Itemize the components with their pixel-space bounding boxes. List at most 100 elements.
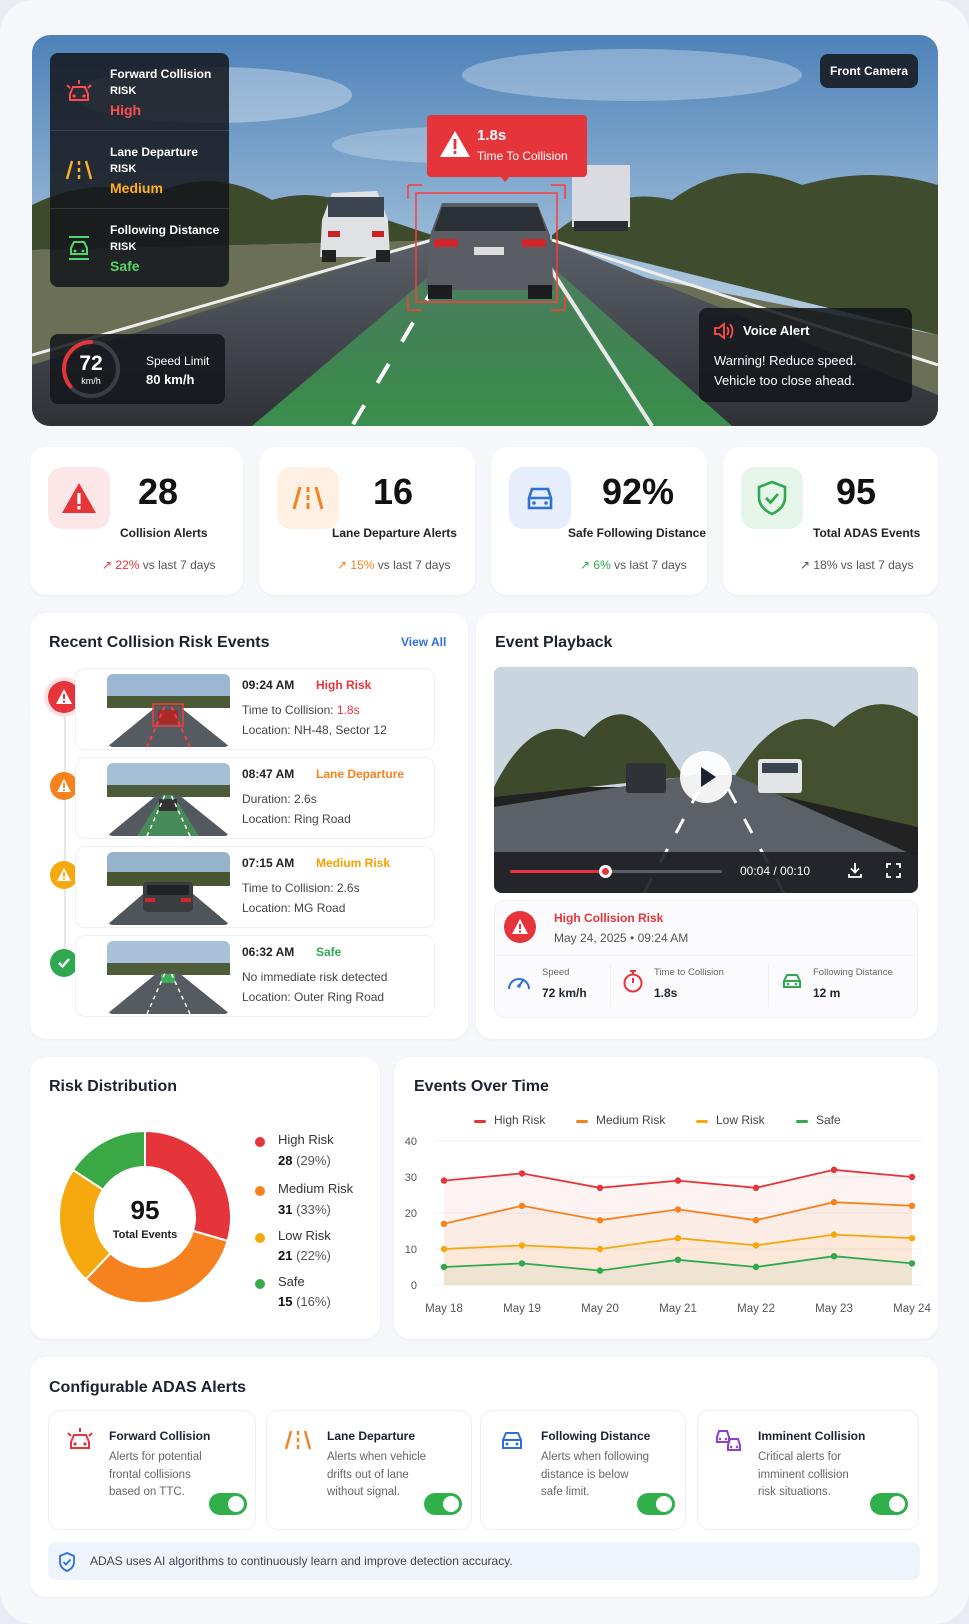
- view-all-link[interactable]: View All: [401, 635, 446, 649]
- fullscreen-icon[interactable]: [886, 863, 901, 883]
- legend-swatch-safe: [796, 1120, 808, 1123]
- car-collision-icon: [65, 1425, 95, 1455]
- metric-label: Speed: [542, 967, 570, 978]
- event-date: May 24, 2025: [554, 931, 627, 945]
- voice-alert-line2: Vehicle too close ahead.: [714, 373, 855, 388]
- data-point-high-risk[interactable]: [596, 1184, 604, 1191]
- alert-title: Forward Collision: [109, 1429, 211, 1443]
- stat-trend: ↗ 22% vs last 7 days: [102, 558, 215, 572]
- stat-value: 28: [138, 471, 179, 512]
- event-location: Location: Outer Ring Road: [242, 990, 385, 1004]
- data-point-low-risk[interactable]: [908, 1235, 916, 1242]
- data-point-safe[interactable]: [752, 1263, 760, 1271]
- stat-lane-departure[interactable]: 16 Lane Departure Alerts ↗ 15% vs last 7…: [259, 447, 475, 595]
- progress-track[interactable]: [510, 865, 722, 878]
- playback-card: Event Playback 00:04 / 00:10 High Collis…: [476, 613, 938, 1039]
- alert-description: Critical alerts for imminent collision ris…: [758, 1449, 878, 1502]
- data-point-low-risk[interactable]: [518, 1242, 526, 1249]
- legend-pct: (29%): [296, 1153, 331, 1168]
- toggle-lane-departure[interactable]: [424, 1493, 462, 1515]
- data-point-low-risk[interactable]: [440, 1245, 448, 1253]
- toggle-imminent-collision[interactable]: [870, 1493, 908, 1515]
- alert-title: Lane Departure: [327, 1429, 416, 1443]
- legend-count: 15 (16%): [278, 1294, 331, 1309]
- data-point-low-risk[interactable]: [752, 1242, 760, 1249]
- data-point-medium-risk[interactable]: [596, 1217, 604, 1224]
- risk-distribution-title: Risk Distribution: [49, 1078, 178, 1095]
- x-tick-label: May 21: [659, 1303, 697, 1315]
- event-detail: Duration: 2.6s: [242, 792, 317, 806]
- event-item[interactable]: 06:32 AM Safe No immediate risk detected…: [75, 935, 435, 1017]
- alert-config-lane-departure: Lane Departure Alerts when vehicle drifts…: [266, 1410, 472, 1530]
- data-point-safe[interactable]: [674, 1256, 682, 1263]
- stat-label: Safe Following Distance: [568, 526, 707, 540]
- risk-panel: Forward Collision RISK High Lane Departu…: [50, 53, 229, 287]
- risk-lane-departure[interactable]: Lane Departure RISK Medium: [50, 131, 229, 209]
- data-point-high-risk[interactable]: [830, 1166, 838, 1173]
- data-point-high-risk[interactable]: [752, 1184, 760, 1191]
- camera-view[interactable]: Forward Collision RISK High Lane Departu…: [32, 35, 938, 426]
- data-point-low-risk[interactable]: [596, 1245, 604, 1253]
- donut-total: 95: [130, 1195, 160, 1225]
- risk-forward-collision[interactable]: Forward Collision RISK High: [50, 53, 229, 131]
- video-time: 00:04 / 00:10: [740, 864, 811, 878]
- legend-label-low-risk: Low Risk: [716, 1113, 765, 1127]
- metric-label: Following Distance: [813, 967, 893, 978]
- trend-up-icon: ↗: [800, 558, 814, 572]
- event-tag: Lane Departure: [316, 767, 405, 781]
- ttc-value: 1.8s: [477, 127, 507, 144]
- camera-label[interactable]: Front Camera: [820, 54, 918, 88]
- legend-count: 31 (33%): [278, 1202, 331, 1217]
- data-point-safe[interactable]: [440, 1263, 448, 1271]
- data-point-low-risk[interactable]: [674, 1235, 682, 1242]
- data-point-high-risk[interactable]: [440, 1177, 448, 1184]
- toggle-forward-collision[interactable]: [209, 1493, 247, 1515]
- data-point-medium-risk[interactable]: [518, 1202, 526, 1209]
- data-point-medium-risk[interactable]: [908, 1202, 916, 1209]
- event-thumbnail: [107, 763, 230, 836]
- data-point-high-risk[interactable]: [518, 1170, 526, 1177]
- data-point-safe[interactable]: [830, 1253, 838, 1260]
- alert-config-forward-collision: Forward Collision Alerts for potential fr…: [48, 1410, 256, 1530]
- data-point-high-risk[interactable]: [674, 1177, 682, 1184]
- separator-dot: •: [626, 931, 638, 945]
- toggle-following-distance[interactable]: [637, 1493, 675, 1515]
- y-tick-label: 40: [405, 1137, 417, 1148]
- x-tick-label: May 18: [425, 1303, 463, 1315]
- data-point-medium-risk[interactable]: [752, 1217, 760, 1224]
- legend-name: Medium Risk: [278, 1181, 354, 1196]
- line-chart: 0 10 20 30 40 May 18 May 19 May 20 May 21 May 22 M…: [405, 1137, 932, 1315]
- video-player[interactable]: 00:04 / 00:10: [494, 667, 918, 893]
- play-button[interactable]: [680, 751, 732, 803]
- data-point-high-risk[interactable]: [908, 1173, 916, 1181]
- data-point-medium-risk[interactable]: [674, 1206, 682, 1213]
- stat-safe-following[interactable]: 92% Safe Following Distance ↗ 6% vs last…: [491, 447, 707, 595]
- event-tag: Medium Risk: [316, 856, 391, 870]
- event-dot-safe: [50, 949, 78, 977]
- legend-swatch-low-risk: [696, 1120, 708, 1123]
- risk-following-distance[interactable]: Following Distance RISK Safe: [50, 209, 229, 287]
- event-item[interactable]: 07:15 AM Medium Risk Time to Collision: …: [75, 846, 435, 928]
- event-thumbnail: [107, 852, 230, 925]
- event-item[interactable]: 08:47 AM Lane Departure Duration: 2.6s L…: [75, 757, 435, 839]
- stopwatch-icon: [621, 969, 645, 998]
- data-point-safe[interactable]: [596, 1267, 604, 1274]
- data-point-medium-risk[interactable]: [440, 1220, 448, 1227]
- data-point-low-risk[interactable]: [830, 1231, 838, 1238]
- voice-alert-line1: Warning! Reduce speed.: [714, 353, 857, 368]
- stat-total-events[interactable]: 95 Total ADAS Events ↗ 18% vs last 7 day…: [723, 447, 938, 595]
- stat-collision-alerts[interactable]: 28 Collision Alerts ↗ 22% vs last 7 days: [30, 447, 243, 595]
- ttc-alert: 1.8s Time To Collision: [427, 115, 587, 182]
- donut-slice-medium-risk[interactable]: [84, 1229, 229, 1304]
- data-point-safe[interactable]: [908, 1260, 916, 1267]
- stat-value: 95: [836, 471, 877, 512]
- event-location: Location: NH-48, Sector 12: [242, 723, 387, 737]
- timeline-line: [64, 695, 66, 960]
- data-point-medium-risk[interactable]: [830, 1199, 838, 1206]
- event-item[interactable]: 09:24 AM High Risk Time to Collision: 1.…: [75, 668, 435, 750]
- event-dot-medium: [50, 861, 78, 889]
- data-point-safe[interactable]: [518, 1260, 526, 1267]
- trend-pct: 22%: [115, 558, 140, 572]
- trend-up-icon: ↗: [102, 558, 116, 572]
- download-icon[interactable]: [847, 862, 863, 883]
